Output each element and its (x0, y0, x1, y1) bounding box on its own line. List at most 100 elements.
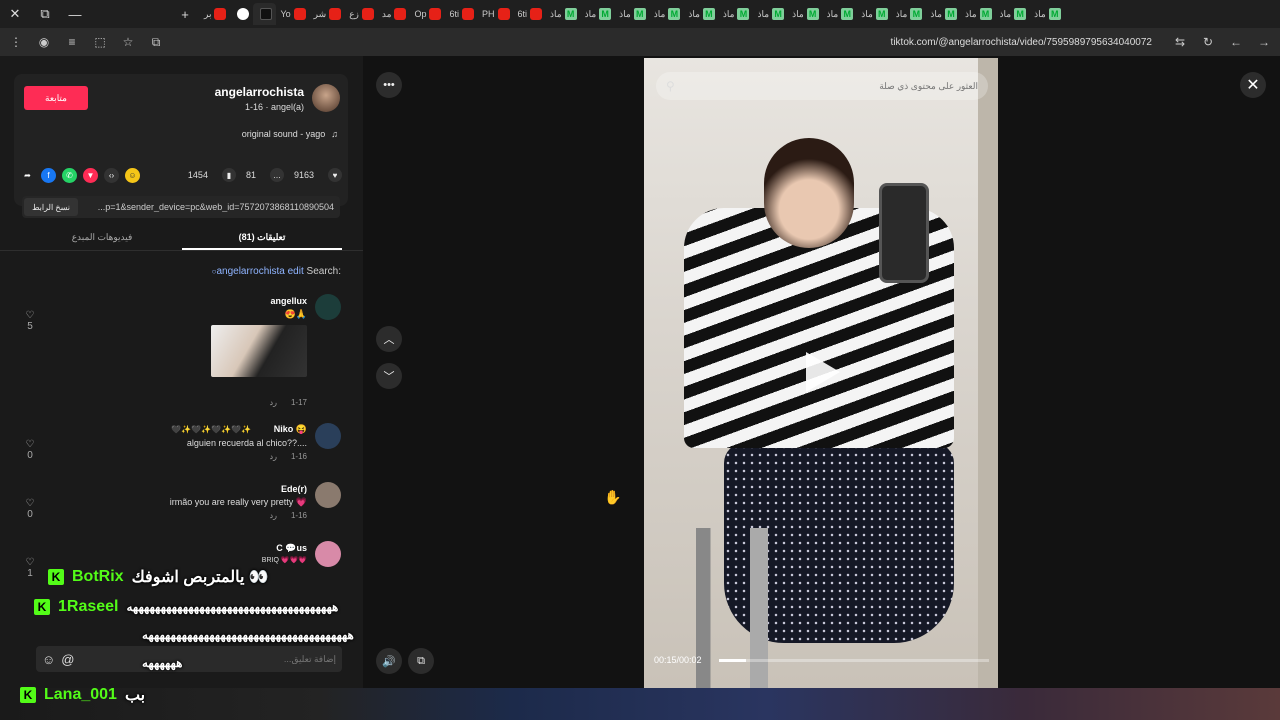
browser-tab[interactable]: ماذ M (719, 3, 754, 25)
author-avatar[interactable] (312, 84, 340, 112)
commenter-avatar[interactable] (315, 294, 341, 320)
sound-name[interactable]: original sound - yago (242, 129, 326, 139)
extensions-icon[interactable]: ⬚ (92, 34, 108, 50)
reload-icon[interactable]: ↻ (1200, 34, 1216, 50)
commenter-name[interactable]: Ede(r) (281, 484, 307, 494)
commenter-name[interactable]: C 💬us (276, 543, 307, 554)
facebook-icon[interactable]: f (41, 167, 56, 183)
play-icon[interactable] (806, 352, 840, 392)
commenter-name[interactable]: Niko 😝 (274, 424, 307, 435)
media-control-icon[interactable]: ≡ (64, 34, 80, 50)
previous-video-icon[interactable]: ︿ (376, 326, 402, 352)
close-window-icon[interactable]: ✕ (0, 0, 30, 28)
browser-tab[interactable]: 6ti (514, 3, 547, 25)
next-video-icon[interactable]: ﹀ (376, 363, 402, 389)
video-progress-bar[interactable] (719, 659, 989, 662)
browser-tab[interactable]: ماذ M (788, 3, 823, 25)
more-options-icon[interactable]: ••• (376, 72, 402, 98)
star-icon[interactable]: ☆ (120, 34, 136, 50)
heart-outline-icon[interactable]: ♡ (26, 557, 35, 568)
profile-icon[interactable]: ◉ (36, 34, 52, 50)
browser-tab[interactable]: زع (345, 3, 378, 25)
tab-label: ماذ (722, 8, 735, 19)
video-search-input[interactable] (682, 81, 978, 91)
video-link[interactable]: ...p=1&sender_device=pc&web_id=757207386… (78, 202, 340, 212)
comment-like[interactable]: ♡ 0 (22, 498, 38, 520)
new-tab-icon[interactable]: + (170, 0, 200, 28)
volume-icon[interactable]: 🔊 (376, 648, 402, 674)
comment-image[interactable] (211, 325, 307, 377)
embed-icon[interactable]: ‹› (104, 167, 119, 183)
bookmark-icon[interactable]: ▮ (221, 168, 236, 182)
tab-comments[interactable]: (81) تعليقات (182, 226, 342, 250)
browser-tab[interactable]: ماذ M (996, 3, 1031, 25)
back-icon[interactable]: ← (1228, 34, 1244, 50)
browser-tab[interactable]: مد (378, 3, 411, 25)
comment-like[interactable]: ♡ 0 (22, 439, 38, 461)
comment-like[interactable]: ♡ 5 (22, 310, 38, 332)
comment-text: irmão you are really very pretty 💗 (169, 497, 307, 507)
search-icon[interactable]: ⚲ (666, 79, 675, 93)
commenter-avatar[interactable] (315, 482, 341, 508)
whatsapp-icon[interactable]: ✆ (62, 167, 77, 183)
comment-icon[interactable]: … (269, 168, 284, 182)
browser-tab[interactable]: Op (410, 3, 445, 25)
mention-icon[interactable]: @ (61, 652, 74, 667)
follow-button[interactable]: متابعة (24, 86, 88, 110)
comment-like[interactable]: ♡ 1 (22, 557, 38, 579)
browser-tab[interactable]: PH (478, 3, 514, 25)
close-icon[interactable]: ✕ (1240, 72, 1266, 98)
copy-link-button[interactable]: نسخ الرابط (24, 198, 78, 216)
search-suggestion[interactable]: ○angelarrochista edit Search: (212, 266, 341, 277)
browser-tab[interactable]: ماذ M (581, 3, 616, 25)
heart-icon[interactable]: ♥ (328, 168, 342, 182)
tab-creator-videos[interactable]: فيديوهات المبدع (22, 226, 182, 250)
chat-line: K 1Raseel هههههههههههههههههههههههههههههه… (34, 598, 338, 616)
tiktok-send-icon[interactable]: ▼ (83, 167, 98, 183)
forward-icon[interactable]: → (1256, 34, 1272, 50)
site-settings-icon[interactable]: ⇆ (1172, 34, 1188, 50)
commenter-avatar[interactable] (315, 541, 341, 567)
browser-tab[interactable]: ماذ M (650, 3, 685, 25)
browser-tab[interactable]: ماذ M (1030, 3, 1065, 25)
floating-player-icon[interactable]: ⧉ (408, 648, 434, 674)
url-text[interactable]: tiktok.com/@angelarrochista/video/759598… (176, 37, 1160, 48)
minimize-icon[interactable]: — (60, 0, 90, 28)
heart-outline-icon[interactable]: ♡ (26, 310, 35, 321)
reply-button[interactable]: رد (270, 398, 277, 407)
browser-tab[interactable]: ماذ M (615, 3, 650, 25)
reply-button[interactable]: رد (270, 452, 277, 461)
sound-row[interactable]: original sound - yago ♫ (242, 129, 338, 139)
video-player[interactable]: 00:15/00:02 (644, 58, 998, 688)
browser-tab[interactable]: ماذ M (892, 3, 927, 25)
reply-button[interactable]: رد (270, 511, 277, 520)
commenter-avatar[interactable] (315, 423, 341, 449)
author-name[interactable]: angelarrochista (215, 85, 304, 99)
share-arrow-icon[interactable]: ➦ (20, 168, 35, 183)
browser-tab[interactable]: Yo (276, 3, 309, 25)
browser-tab[interactable]: ماذ M (857, 3, 892, 25)
commenter-name[interactable]: angellux (270, 296, 307, 306)
browser-tab[interactable]: 6ti (445, 3, 478, 25)
menu-dots-icon[interactable]: ⋮ (8, 34, 24, 50)
browser-tab[interactable] (253, 3, 277, 25)
tab-label: ماذ (826, 8, 839, 19)
install-app-icon[interactable]: ⧉ (148, 34, 164, 50)
browser-tab[interactable] (230, 3, 253, 25)
friends-icon[interactable]: ☺ (125, 167, 140, 183)
search-query[interactable]: angelarrochista edit (216, 266, 303, 277)
browser-tab[interactable]: ماذ M (546, 3, 581, 25)
emoji-icon[interactable]: ☺ (42, 652, 55, 667)
tab-search-icon[interactable]: ⧉ (30, 0, 60, 28)
browser-tab[interactable]: ماذ M (823, 3, 858, 25)
browser-tab[interactable]: شر (310, 3, 346, 25)
comment-input[interactable] (80, 654, 336, 664)
heart-outline-icon[interactable]: ♡ (26, 439, 35, 450)
browser-tab[interactable]: ماذ M (684, 3, 719, 25)
browser-tab[interactable]: ماذ M (753, 3, 788, 25)
browser-tab[interactable]: ماذ M (961, 3, 996, 25)
heart-outline-icon[interactable]: ♡ (26, 498, 35, 509)
browser-tab[interactable]: ماذ M (926, 3, 961, 25)
browser-tab[interactable]: بر (200, 3, 230, 25)
tab-label: ماذ (1034, 8, 1046, 19)
